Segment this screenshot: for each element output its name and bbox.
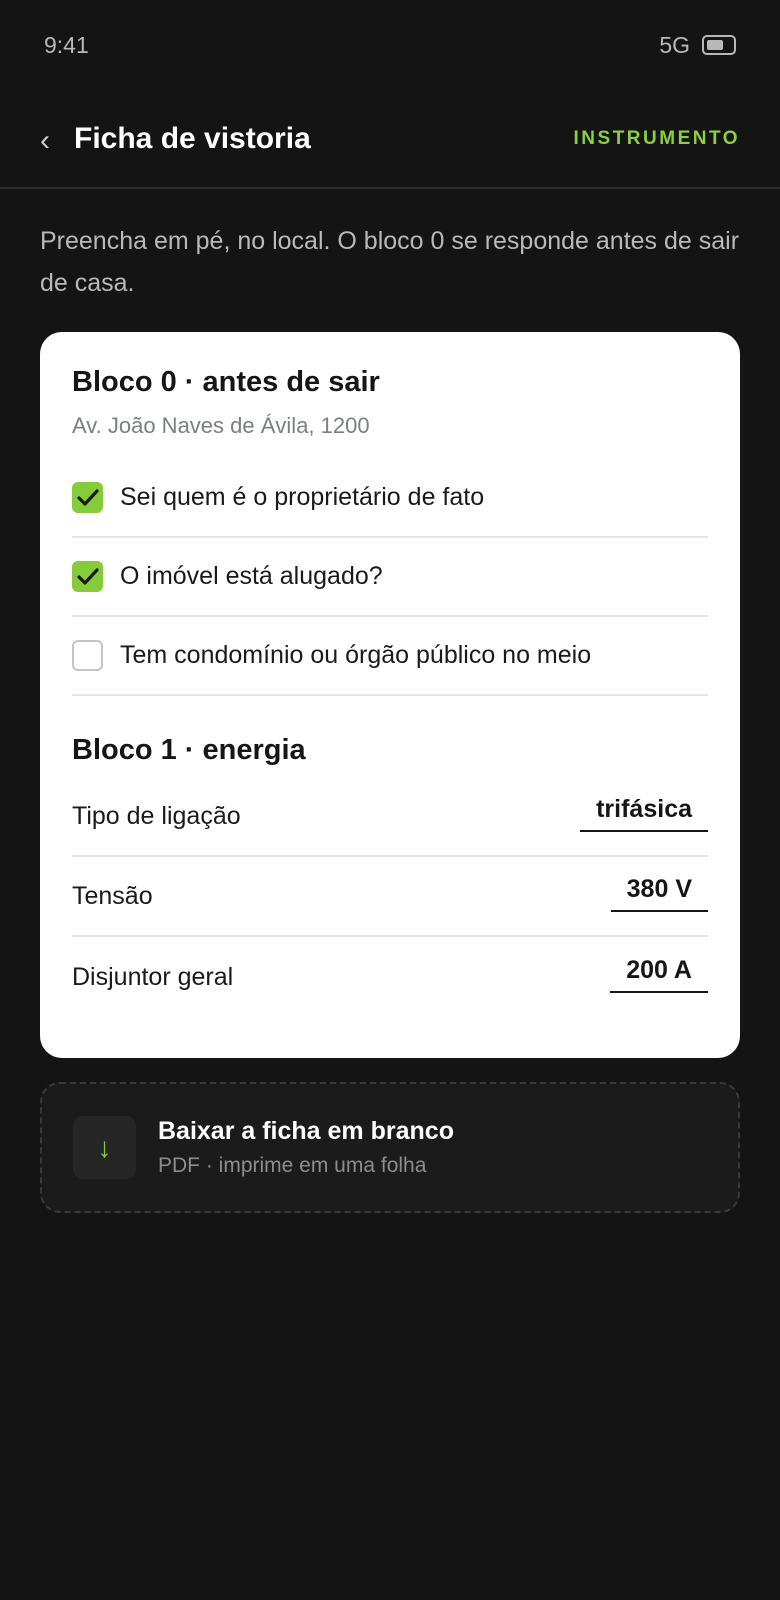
block1-title: Bloco 1 · energia [72, 734, 306, 766]
field-row-main-breaker: Disjuntor geral 200 A [72, 937, 708, 1017]
intro-text: Preencha em pé, no local. O bloco 0 se r… [40, 227, 740, 297]
block0-title: Bloco 0 · antes de sair [72, 366, 380, 398]
page-title: Ficha de vistoria [74, 121, 311, 155]
field-label: Disjuntor geral [72, 962, 234, 991]
download-text: Baixar a ficha em branco PDF · imprime e… [158, 1117, 454, 1178]
network-label: 5G [659, 31, 690, 58]
status-time: 9:41 [44, 31, 89, 58]
checklist-item-condominium[interactable]: Tem condomínio ou órgão público no meio [72, 617, 708, 696]
download-subtitle: PDF · imprime em uma folha [158, 1154, 427, 1177]
download-blank-form-button[interactable]: ↓ Baixar a ficha em branco PDF · imprime… [40, 1082, 740, 1213]
inspection-card: Bloco 0 · antes de sair Av. João Naves d… [40, 332, 740, 1058]
checklist-item-label: O imóvel está alugado? [120, 562, 383, 590]
back-icon[interactable]: ‹ [40, 125, 74, 156]
status-indicators: 5G [659, 32, 736, 59]
status-bar: 9:41 5G [0, 0, 780, 90]
checkbox-checked-icon[interactable] [72, 482, 103, 513]
download-arrow-icon: ↓ [73, 1116, 136, 1179]
download-title: Baixar a ficha em branco [158, 1117, 454, 1145]
field-row-connection-type: Tipo de ligação trifásica [72, 777, 708, 857]
field-value-voltage[interactable]: 380 V [610, 875, 708, 912]
field-label: Tipo de ligação [72, 801, 241, 830]
field-value-main-breaker[interactable]: 200 A [610, 956, 708, 993]
checklist-item-label: Sei quem é o proprietário de fato [120, 483, 485, 511]
checklist-item-label: Tem condomínio ou órgão público no meio [120, 641, 592, 669]
app-header: ‹ Ficha de vistoria INSTRUMENTO [0, 90, 780, 189]
header-tag: INSTRUMENTO [573, 127, 740, 149]
field-row-voltage: Tensão 380 V [72, 857, 708, 937]
checklist-item-rented[interactable]: O imóvel está alugado? [72, 538, 708, 617]
battery-icon [702, 35, 736, 55]
block0-checklist: Sei quem é o proprietário de fato O imóv… [72, 459, 708, 696]
checkbox-checked-icon[interactable] [72, 561, 103, 592]
checkbox-unchecked-icon[interactable] [72, 640, 103, 671]
field-label: Tensão [72, 881, 153, 910]
field-value-connection-type[interactable]: trifásica [580, 795, 708, 832]
checklist-item-owner[interactable]: Sei quem é o proprietário de fato [72, 459, 708, 538]
block1-fields: Tipo de ligação trifásica Tensão 380 V D… [72, 777, 708, 1017]
block0-address: Av. João Naves de Ávila, 1200 [72, 413, 370, 438]
